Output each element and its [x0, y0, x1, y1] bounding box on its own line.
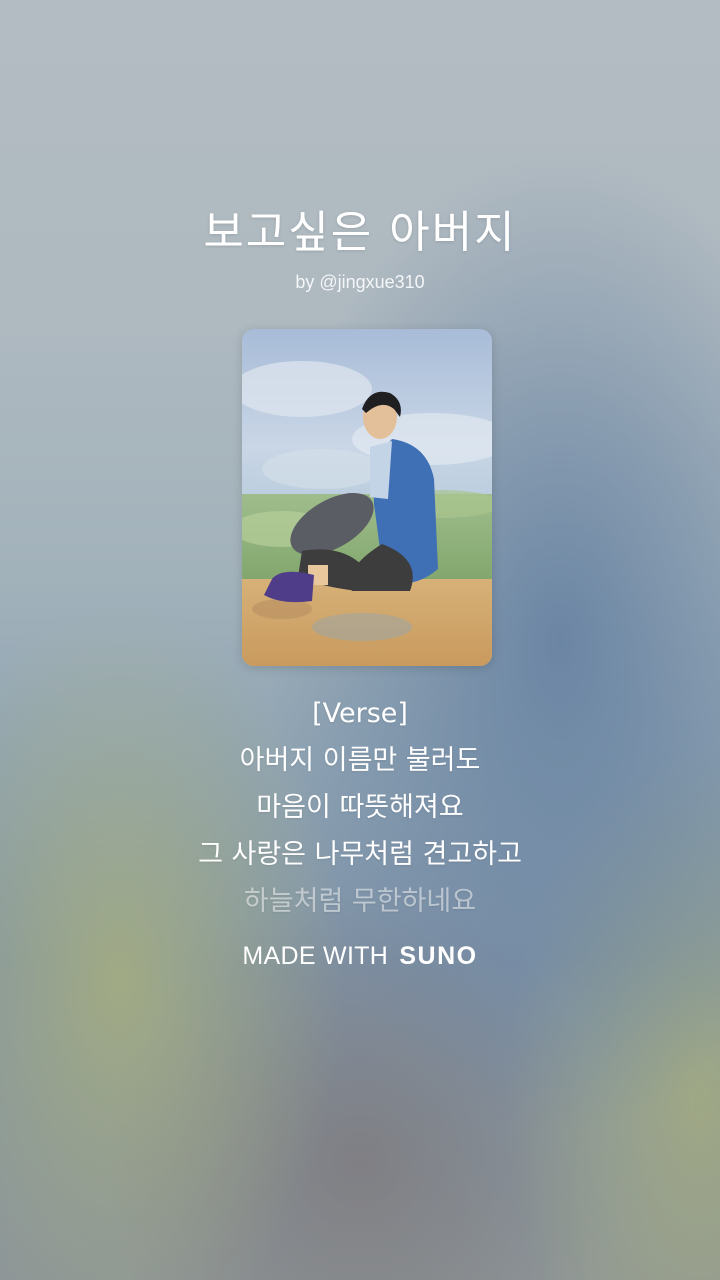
cover-art-painting-icon	[242, 329, 492, 666]
lyric-line: 마음이 따뜻해져요	[256, 792, 464, 823]
lyric-line-upcoming: 하늘처럼 무한하네요	[243, 886, 477, 917]
made-with-suno-label: MADE WITH SUNO	[0, 942, 720, 971]
lyric-line: 아버지 이름만 불러도	[239, 745, 481, 776]
cover-art	[242, 329, 492, 666]
lyrics-panel: [Verse] 아버지 이름만 불러도 마음이 따뜻해져요 그 사랑은 나무처럼…	[0, 690, 720, 925]
artist-byline: by @jingxue310	[295, 272, 425, 292]
lyric-line: [Verse]	[312, 698, 408, 729]
song-title: 보고싶은 아버지	[203, 207, 517, 258]
suno-logo-text: SUNO	[399, 942, 478, 970]
made-with-prefix: MADE WITH	[242, 942, 389, 970]
lyric-line: 그 사랑은 나무처럼 견고하고	[198, 839, 522, 870]
